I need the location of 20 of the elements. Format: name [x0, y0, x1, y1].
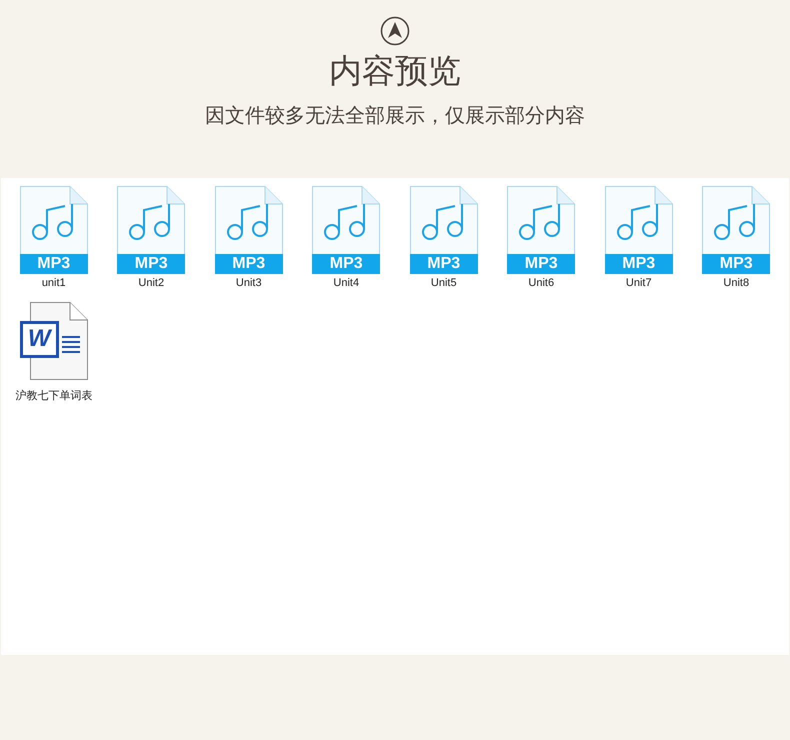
file-name[interactable]: Unit5: [430, 275, 457, 292]
file-name[interactable]: 沪教七下单词表: [15, 388, 92, 404]
file-type-label: MP3: [214, 254, 283, 274]
file-name[interactable]: Unit6: [528, 275, 554, 292]
section-title: 内容预览: [329, 54, 461, 87]
section-subtitle: 因文件较多无法全部展示，仅展示部分内容: [205, 105, 585, 125]
file-name[interactable]: Unit4: [333, 275, 360, 292]
file-type-label: MP3: [410, 254, 478, 274]
file-name[interactable]: unit1: [42, 275, 66, 292]
file-type-label: MP3: [312, 254, 380, 274]
file-type-label: MP3: [507, 254, 576, 274]
file-type-label: MP3: [20, 254, 88, 274]
file-name[interactable]: Unit3: [236, 275, 262, 292]
file-type-label: W: [20, 320, 59, 358]
file-name[interactable]: Unit7: [626, 275, 652, 292]
file-type-label: MP3: [117, 254, 186, 274]
file-name[interactable]: Unit8: [723, 275, 750, 292]
file-type-label: MP3: [604, 254, 673, 274]
file-name[interactable]: Unit2: [138, 275, 164, 292]
file-type-label: MP3: [702, 254, 770, 274]
